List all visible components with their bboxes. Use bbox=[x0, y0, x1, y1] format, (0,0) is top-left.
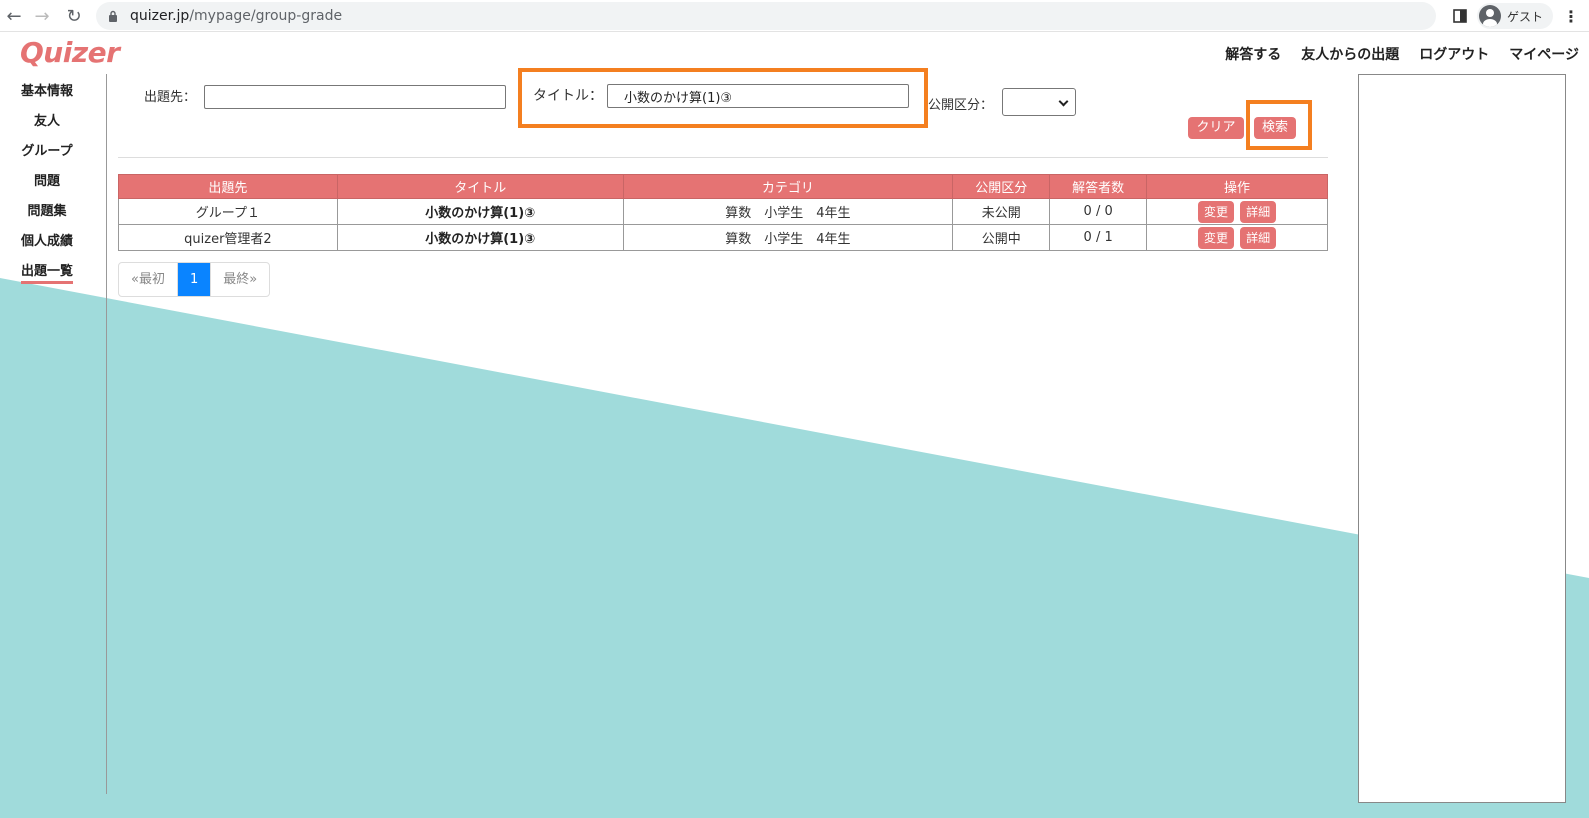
table-row: グループ１ 小数のかけ算(1)③ 算数 小学生 4年生 未公開 0 / 0 変更… bbox=[118, 198, 1328, 225]
top-nav: 解答する 友人からの出題 ログアウト マイページ bbox=[1225, 44, 1579, 64]
cell-target: quizer管理者2 bbox=[118, 224, 338, 251]
sidebar-divider bbox=[106, 74, 107, 794]
column-header[interactable]: 出題先 bbox=[118, 174, 338, 199]
column-header[interactable]: 解答者数 bbox=[1049, 174, 1148, 199]
results-table: 出題先 タイトル カテゴリ 公開区分 解答者数 操作 グループ１ 小数のかけ算(… bbox=[118, 174, 1328, 251]
address-bar[interactable]: quizer.jp/mypage/group-grade bbox=[96, 2, 1436, 30]
page-current[interactable]: 1 bbox=[176, 263, 211, 296]
cell-answers: 0 / 0 bbox=[1049, 198, 1148, 225]
cell-actions: 変更 詳細 bbox=[1146, 198, 1328, 225]
nav-friend-questions[interactable]: 友人からの出題 bbox=[1301, 44, 1399, 64]
target-label: 出題先： bbox=[144, 90, 197, 105]
visibility-select[interactable] bbox=[1002, 88, 1076, 116]
url-host: quizer.jp bbox=[130, 8, 190, 24]
profile-button[interactable]: ゲスト bbox=[1476, 3, 1553, 29]
sidebar-item-friends[interactable]: 友人 bbox=[10, 112, 84, 142]
nav-answer[interactable]: 解答する bbox=[1225, 44, 1281, 64]
edit-button[interactable]: 変更 bbox=[1197, 226, 1234, 249]
column-header[interactable]: 公開区分 bbox=[952, 174, 1051, 199]
back-icon[interactable]: ← bbox=[0, 2, 28, 30]
sidebar-item-groups[interactable]: グループ bbox=[10, 142, 84, 172]
cell-actions: 変更 詳細 bbox=[1146, 224, 1328, 251]
title-label: タイトル： bbox=[533, 88, 603, 104]
cell-visibility: 公開中 bbox=[952, 224, 1051, 251]
table-row: quizer管理者2 小数のかけ算(1)③ 算数 小学生 4年生 公開中 0 /… bbox=[118, 224, 1328, 251]
reload-icon[interactable]: ↻ bbox=[60, 2, 88, 30]
target-input[interactable] bbox=[204, 85, 506, 109]
cell-target: グループ１ bbox=[118, 198, 338, 225]
page-first[interactable]: «最初 bbox=[119, 263, 177, 296]
nav-logout[interactable]: ログアウト bbox=[1419, 44, 1489, 64]
sidebar-item-assignment-list[interactable]: 出題一覧 bbox=[10, 262, 84, 292]
detail-button[interactable]: 詳細 bbox=[1240, 200, 1277, 223]
column-header[interactable]: タイトル bbox=[336, 174, 624, 199]
site-logo[interactable]: Quizer bbox=[20, 36, 120, 69]
menu-dots-icon[interactable]: ⋮ bbox=[1563, 7, 1579, 26]
column-header[interactable]: カテゴリ bbox=[622, 174, 954, 199]
sidebar-item-question-sets[interactable]: 問題集 bbox=[10, 202, 84, 232]
sidebar-item-personal-grades[interactable]: 個人成績 bbox=[10, 232, 84, 262]
edit-button[interactable]: 変更 bbox=[1197, 200, 1234, 223]
detail-button[interactable]: 詳細 bbox=[1240, 226, 1277, 249]
cell-title: 小数のかけ算(1)③ bbox=[336, 224, 624, 251]
clear-button[interactable]: クリア bbox=[1188, 117, 1244, 139]
sidebar-item-questions[interactable]: 問題 bbox=[10, 172, 84, 202]
title-input[interactable] bbox=[607, 84, 909, 108]
cell-answers: 0 / 1 bbox=[1049, 224, 1148, 251]
table-header-row: 出題先 タイトル カテゴリ 公開区分 解答者数 操作 bbox=[118, 174, 1328, 199]
filter-divider bbox=[118, 157, 1328, 158]
column-header: 操作 bbox=[1146, 174, 1328, 199]
visibility-label: 公開区分： bbox=[928, 98, 994, 113]
sidebar: 基本情報 友人 グループ 問題 問題集 個人成績 出題一覧 bbox=[10, 82, 84, 292]
avatar bbox=[1478, 5, 1501, 27]
cell-visibility: 未公開 bbox=[952, 198, 1051, 225]
pagination: «最初 1 最終» bbox=[118, 262, 271, 297]
url-path: /mypage/group-grade bbox=[189, 8, 343, 24]
side-panel-icon[interactable] bbox=[1453, 9, 1467, 23]
page-last[interactable]: 最終» bbox=[210, 263, 269, 296]
cell-category: 算数 小学生 4年生 bbox=[622, 224, 954, 251]
sidebar-item-basic-info[interactable]: 基本情報 bbox=[10, 82, 84, 112]
lock-icon bbox=[109, 10, 117, 22]
cell-title: 小数のかけ算(1)③ bbox=[336, 198, 624, 225]
nav-mypage[interactable]: マイページ bbox=[1509, 44, 1579, 64]
cell-category: 算数 小学生 4年生 bbox=[622, 198, 954, 225]
browser-toolbar: ← → ↻ quizer.jp/mypage/group-grade ゲスト ⋮ bbox=[0, 0, 1589, 32]
chevron-down-icon bbox=[1058, 96, 1069, 107]
search-button[interactable]: 検索 bbox=[1254, 117, 1296, 139]
right-ad-panel bbox=[1358, 74, 1566, 803]
profile-label: ゲスト bbox=[1506, 9, 1543, 24]
forward-icon[interactable]: → bbox=[28, 2, 56, 30]
